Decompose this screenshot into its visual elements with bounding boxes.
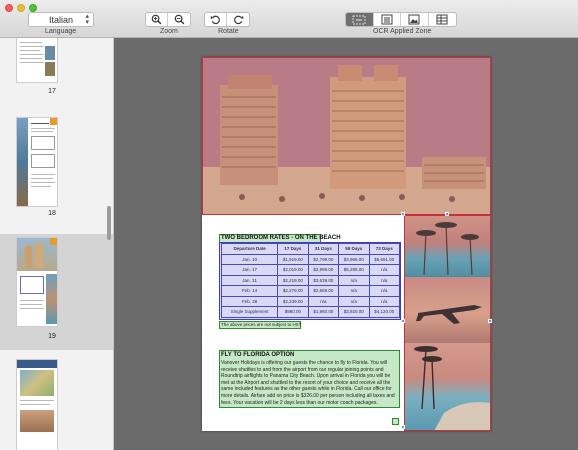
table-zone-button[interactable] <box>429 13 456 26</box>
sidebar-scrollbar[interactable] <box>107 206 111 240</box>
document-page: TWO BEDROOM RATES - ON THE BEACH Departu… <box>202 57 492 431</box>
page-thumbnail-17[interactable] <box>17 38 57 82</box>
toolbar: Italian ▴ ▾ Language Zoom Rotate OCR App… <box>0 0 578 38</box>
image-zone-icon <box>408 14 420 25</box>
resize-handle[interactable] <box>445 212 449 216</box>
text-ocr-zone-page-number[interactable] <box>392 418 399 425</box>
text-zone-icon <box>381 14 393 25</box>
rotate-right-icon <box>233 15 243 25</box>
page-thumbnail-18[interactable] <box>17 118 57 206</box>
zoom-in-button[interactable] <box>146 13 168 26</box>
page-number-18: 18 <box>48 210 56 217</box>
table-title: TWO BEDROOM RATES - ON THE BEACH <box>221 235 341 241</box>
image-ocr-zone[interactable] <box>202 57 491 215</box>
zoom-in-icon <box>151 14 162 25</box>
select-zone-button[interactable] <box>346 13 374 26</box>
rotate-label: Rotate <box>218 28 239 35</box>
resize-handle[interactable] <box>401 212 405 216</box>
language-select[interactable]: Italian ▴ ▾ <box>28 12 94 27</box>
fly-option-paragraph: Vanover Holidays is offering our guests … <box>221 360 395 406</box>
text-zone-button[interactable] <box>374 13 401 26</box>
resize-handle[interactable] <box>488 319 492 323</box>
minimize-window-button[interactable] <box>17 4 25 12</box>
page-thumbnail-sidebar: 17 18 19 <box>0 38 114 450</box>
zoom-out-icon <box>174 14 184 25</box>
page-number-17: 17 <box>48 88 56 95</box>
table-zone-icon <box>436 14 448 25</box>
resize-handle[interactable] <box>401 319 405 323</box>
rotate-controls <box>204 12 250 27</box>
ocr-zone-controls <box>345 12 457 27</box>
rotate-left-icon <box>210 15 220 25</box>
maximize-window-button[interactable] <box>29 4 37 12</box>
close-window-button[interactable] <box>5 4 13 12</box>
ocr-zone-label: OCR Applied Zone <box>373 28 432 35</box>
language-value: Italian <box>48 14 74 25</box>
zoom-controls <box>145 12 191 27</box>
language-label: Language <box>45 28 77 35</box>
zoom-out-button[interactable] <box>168 13 190 26</box>
rotate-left-button[interactable] <box>205 13 227 26</box>
fly-option-title: FLY TO FLORIDA OPTION <box>221 352 295 358</box>
image-ocr-zone-right-column[interactable] <box>404 215 491 431</box>
image-zone-button[interactable] <box>401 13 429 26</box>
page-thumbnail-19[interactable] <box>17 238 57 326</box>
page-number-19: 19 <box>48 333 56 340</box>
resize-handle[interactable] <box>401 425 405 429</box>
table-ocr-zone[interactable] <box>219 242 401 320</box>
select-zone-icon <box>352 15 366 24</box>
page-thumbnail-next[interactable] <box>17 360 57 450</box>
rotate-right-button[interactable] <box>227 13 249 26</box>
zoom-label: Zoom <box>160 28 178 35</box>
table-note: The above prices are not subject to HST <box>221 322 302 327</box>
stepper-chevron-icon: ▴ ▾ <box>85 13 89 26</box>
